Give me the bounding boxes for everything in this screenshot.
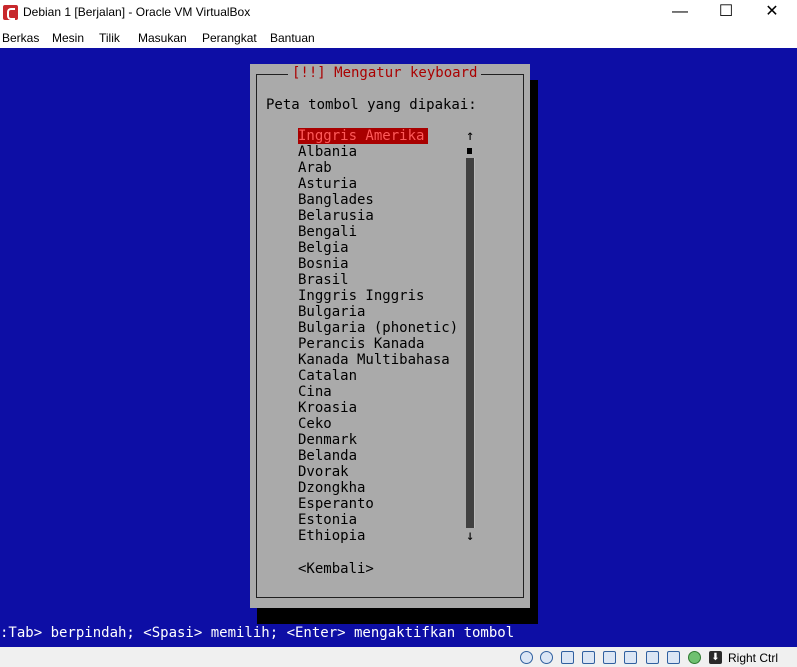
keymap-item[interactable]: Bulgaria xyxy=(298,304,365,320)
scroll-up-arrow-icon[interactable]: ↑ xyxy=(466,128,474,144)
keymap-item[interactable]: Belarusia xyxy=(298,208,374,224)
display-icon[interactable] xyxy=(624,651,637,664)
keymap-item[interactable]: Bosnia xyxy=(298,256,349,272)
menu-berkas[interactable]: Berkas xyxy=(2,31,39,45)
keymap-item[interactable]: Cina xyxy=(298,384,332,400)
usb-icon[interactable] xyxy=(582,651,595,664)
keymap-item[interactable]: Kroasia xyxy=(298,400,357,416)
keymap-item[interactable]: Catalan xyxy=(298,368,357,384)
menu-tilik[interactable]: Tilik xyxy=(99,31,120,45)
keymap-item[interactable]: Bulgaria (phonetic) xyxy=(298,320,458,336)
keymap-item[interactable]: Albania xyxy=(298,144,357,160)
menu-bantuan[interactable]: Bantuan xyxy=(270,31,315,45)
menu-mesin[interactable]: Mesin xyxy=(52,31,84,45)
keymap-item[interactable]: Dzongkha xyxy=(298,480,365,496)
minimize-button[interactable]: — xyxy=(657,0,703,25)
keymap-item[interactable]: Dvorak xyxy=(298,464,349,480)
keymap-item[interactable]: Bengali xyxy=(298,224,357,240)
scrollbar-track[interactable] xyxy=(466,158,475,528)
audio-icon[interactable] xyxy=(561,651,574,664)
host-key-arrow-icon: ⬇ xyxy=(709,651,722,664)
window-title: Debian 1 [Berjalan] - Oracle VM VirtualB… xyxy=(23,5,251,19)
host-key-label: Right Ctrl xyxy=(728,651,779,665)
keymap-item[interactable]: Brasil xyxy=(298,272,349,288)
keymap-item[interactable]: Ceko xyxy=(298,416,332,432)
keymap-prompt: Peta tombol yang dipakai: xyxy=(266,97,477,113)
keymap-item[interactable]: Kanada Multibahasa xyxy=(298,352,450,368)
optical-drive-icon[interactable] xyxy=(540,651,553,664)
keymap-item[interactable]: Banglades xyxy=(298,192,374,208)
keymap-item[interactable]: Arab xyxy=(298,160,332,176)
keymap-item[interactable]: Estonia xyxy=(298,512,357,528)
scrollbar-thumb[interactable] xyxy=(467,148,472,154)
keymap-item[interactable]: Denmark xyxy=(298,432,357,448)
hard-disk-icon[interactable] xyxy=(520,651,533,664)
keymap-item[interactable]: Belanda xyxy=(298,448,357,464)
keyboard-dialog: [!!] Mengatur keyboard Peta tombol yang … xyxy=(250,64,530,608)
keymap-item[interactable]: Inggris Inggris xyxy=(298,288,424,304)
menu-bar: Berkas Mesin Tilik Masukan Perangkat Ban… xyxy=(0,25,797,49)
network-icon[interactable] xyxy=(646,651,659,664)
dialog-title: [!!] Mengatur keyboard xyxy=(288,65,482,81)
keymap-item[interactable]: Belgia xyxy=(298,240,349,256)
maximize-button[interactable]: ☐ xyxy=(703,0,749,25)
mouse-integration-icon[interactable] xyxy=(688,651,701,664)
keymap-item[interactable]: Esperanto xyxy=(298,496,374,512)
help-line: :Tab> berpindah; <Spasi> memilih; <Enter… xyxy=(0,625,515,641)
back-button[interactable]: <Kembali> xyxy=(298,561,374,577)
menu-masukan[interactable]: Masukan xyxy=(138,31,187,45)
keymap-item[interactable]: Perancis Kanada xyxy=(298,336,424,352)
keymap-item[interactable]: Ethiopia xyxy=(298,528,365,544)
menu-perangkat[interactable]: Perangkat xyxy=(202,31,257,45)
close-button[interactable]: ✕ xyxy=(749,0,795,25)
virtualbox-icon xyxy=(3,5,18,20)
vm-screen[interactable]: [!!] Mengatur keyboard Peta tombol yang … xyxy=(0,48,797,647)
window-title-bar: Debian 1 [Berjalan] - Oracle VM VirtualB… xyxy=(0,0,797,25)
shared-folders-icon[interactable] xyxy=(603,651,616,664)
scroll-down-arrow-icon[interactable]: ↓ xyxy=(466,528,474,544)
recording-icon[interactable] xyxy=(667,651,680,664)
keymap-item-selected[interactable]: Inggris Amerika xyxy=(298,128,429,144)
status-bar: ⬇ Right Ctrl xyxy=(0,647,797,667)
keymap-item[interactable]: Asturia xyxy=(298,176,357,192)
